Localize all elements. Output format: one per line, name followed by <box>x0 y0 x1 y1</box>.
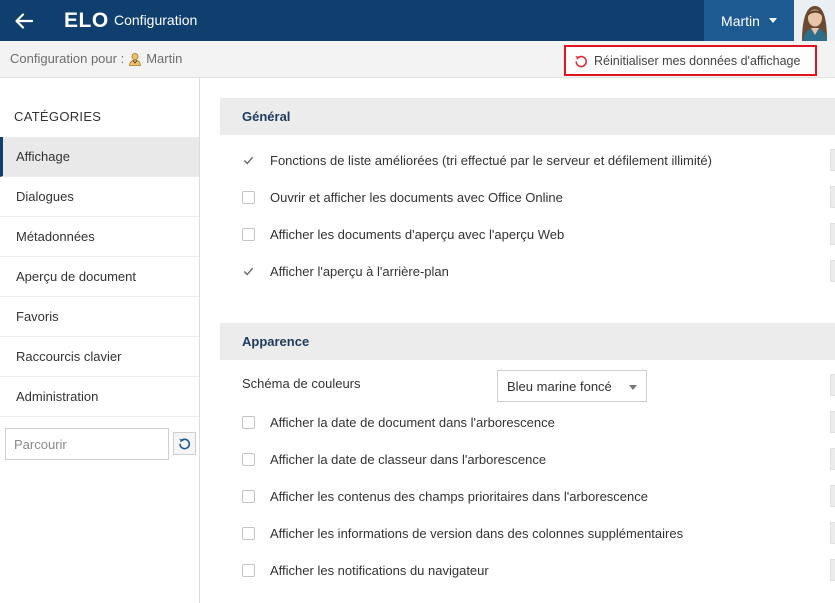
sidebar-item-label: Dialogues <box>16 189 74 204</box>
sidebar-item-label: Aperçu de document <box>16 269 136 284</box>
option-label: Afficher l'aperçu à l'arrière-plan <box>270 263 449 279</box>
sidebar-item-administration[interactable]: Administration <box>0 377 199 417</box>
user-photo <box>794 0 835 41</box>
sidebar-item-label: Affichage <box>16 149 70 164</box>
option-label: Fonctions de liste améliorées (tri effec… <box>270 152 712 168</box>
config-for-label: Configuration pour : <box>10 51 125 66</box>
checkmark-icon <box>243 267 254 275</box>
option-label: Afficher les informations de version dan… <box>270 525 684 541</box>
undo-icon <box>575 55 587 67</box>
option-version-columns[interactable]: Afficher les informations de version dan… <box>242 520 683 546</box>
color-scheme-select[interactable]: Bleu marine foncé <box>497 370 647 402</box>
option-background-preview[interactable]: Afficher l'aperçu à l'arrière-plan <box>242 258 449 284</box>
checkbox[interactable] <box>242 563 255 577</box>
sidebar-item-label: Raccourcis clavier <box>16 349 122 364</box>
row-edge-control[interactable] <box>830 485 835 507</box>
user-menu-button[interactable]: Martin <box>704 0 794 41</box>
config-user-name: Martin <box>146 51 183 66</box>
chevron-down-icon <box>768 18 777 23</box>
color-scheme-value: Bleu marine foncé <box>507 378 612 394</box>
option-label: Afficher les contenus des champs priorit… <box>270 488 648 504</box>
checkbox[interactable] <box>242 526 255 540</box>
color-scheme-label: Schéma de couleurs <box>242 376 361 391</box>
avatar[interactable] <box>794 0 835 41</box>
section-appearance-heading: Apparence <box>220 323 835 360</box>
reset-label: Réinitialiser mes données d'affichage <box>594 53 801 68</box>
checkmark-icon <box>243 156 254 164</box>
reset-display-data-button[interactable]: Réinitialiser mes données d'affichage <box>564 45 817 76</box>
row-edge-control[interactable] <box>830 411 835 433</box>
chevron-down-icon <box>629 385 637 390</box>
row-edge-control[interactable] <box>830 522 835 544</box>
option-label: Afficher la date de classeur dans l'arbo… <box>270 451 547 467</box>
option-label: Afficher la date de document dans l'arbo… <box>270 414 555 430</box>
top-bar: ELO Configuration Martin <box>0 0 835 41</box>
checkbox[interactable] <box>242 452 255 466</box>
config-for: Configuration pour : Martin <box>10 51 182 66</box>
user-name: Martin <box>721 12 760 29</box>
row-edge-control[interactable] <box>830 260 835 282</box>
section-general-heading: Général <box>220 98 835 135</box>
sidebar-item-apercu-de-document[interactable]: Aperçu de document <box>0 257 199 297</box>
option-browser-notifications[interactable]: Afficher les notifications du navigateur <box>242 557 489 583</box>
row-edge-control[interactable] <box>830 374 835 396</box>
checkbox[interactable] <box>242 153 255 167</box>
refresh-button[interactable] <box>173 432 196 455</box>
option-enhanced-list-functions[interactable]: Fonctions de liste améliorées (tri effec… <box>242 147 712 173</box>
browse-search-input[interactable] <box>5 428 169 460</box>
row-edge-control[interactable] <box>830 223 835 245</box>
sidebar-item-metadonnees[interactable]: Métadonnées <box>0 217 199 257</box>
config-subbar: Configuration pour : Martin Réinitialise… <box>0 41 835 78</box>
option-document-date-tree[interactable]: Afficher la date de document dans l'arbo… <box>242 409 555 435</box>
sidebar-item-raccourcis-clavier[interactable]: Raccourcis clavier <box>0 337 199 377</box>
page-title: Configuration <box>114 12 198 28</box>
option-office-online[interactable]: Ouvrir et afficher les documents avec Of… <box>242 184 563 210</box>
back-button[interactable] <box>0 0 48 41</box>
refresh-icon <box>179 438 191 450</box>
option-priority-fields-tree[interactable]: Afficher les contenus des champs priorit… <box>242 483 648 509</box>
row-edge-control[interactable] <box>830 149 835 171</box>
category-list: Affichage Dialogues Métadonnées Aperçu d… <box>0 137 199 417</box>
checkbox[interactable] <box>242 190 255 204</box>
sidebar-item-label: Métadonnées <box>16 229 95 244</box>
sidebar: CATÉGORIES Affichage Dialogues Métadonné… <box>0 78 200 603</box>
row-edge-control[interactable] <box>830 448 835 470</box>
sidebar-item-affichage[interactable]: Affichage <box>0 137 199 177</box>
option-folder-date-tree[interactable]: Afficher la date de classeur dans l'arbo… <box>242 446 546 472</box>
row-edge-control[interactable] <box>830 186 835 208</box>
categories-heading: CATÉGORIES <box>14 109 102 124</box>
sidebar-item-dialogues[interactable]: Dialogues <box>0 177 199 217</box>
arrow-left-icon <box>15 12 33 29</box>
checkbox[interactable] <box>242 227 255 241</box>
checkbox[interactable] <box>242 415 255 429</box>
checkbox[interactable] <box>242 264 255 278</box>
option-label: Afficher les notifications du navigateur <box>270 562 489 578</box>
user-icon <box>129 52 142 66</box>
option-web-preview[interactable]: Afficher les documents d'aperçu avec l'a… <box>242 221 564 247</box>
checkbox[interactable] <box>242 489 255 503</box>
row-edge-control[interactable] <box>830 559 835 581</box>
sidebar-item-label: Administration <box>16 389 99 404</box>
elo-logo: ELO <box>64 9 109 32</box>
settings-panel: Général Fonctions de liste améliorées (t… <box>200 78 835 603</box>
sidebar-item-label: Favoris <box>16 309 59 324</box>
option-label: Ouvrir et afficher les documents avec Of… <box>270 189 563 205</box>
option-label: Afficher les documents d'aperçu avec l'a… <box>270 226 565 242</box>
sidebar-item-favoris[interactable]: Favoris <box>0 297 199 337</box>
